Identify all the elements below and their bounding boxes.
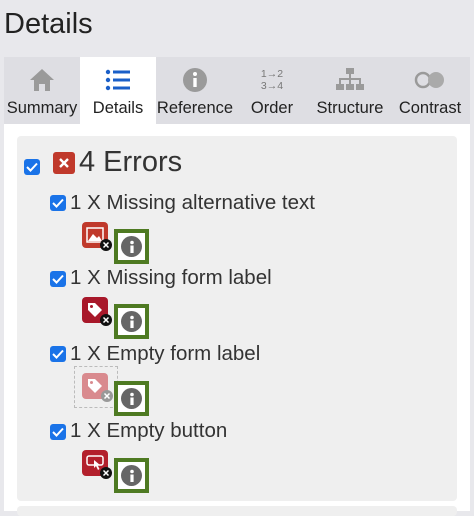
empty-form-label-checkbox[interactable] [50, 346, 66, 362]
info-icon [121, 236, 142, 257]
tab-order-label: Order [250, 99, 294, 117]
tab-details-label: Details [92, 99, 144, 117]
info-icon [121, 388, 142, 409]
error-x-icon [53, 152, 75, 174]
missing-alt-x-icon [100, 239, 112, 251]
info-icon [121, 465, 142, 486]
tab-summary-label: Summary [6, 99, 78, 117]
info-icon [121, 311, 142, 332]
missing-form-label-info-button[interactable] [114, 304, 149, 339]
tab-bar: Summary Details Reference 1→2 3→4 Order [4, 57, 470, 124]
tab-structure-label: Structure [316, 99, 384, 117]
tab-order[interactable]: 1→2 3→4 Order [234, 57, 310, 124]
contrast-icon [412, 65, 448, 95]
empty-button-checkbox[interactable] [50, 424, 66, 440]
empty-form-label-info-button[interactable] [114, 381, 149, 416]
next-section-card [17, 506, 457, 516]
order-icon-top: 1→2 [260, 68, 284, 80]
tab-structure[interactable]: Structure [310, 57, 390, 124]
page-title: Details [4, 8, 93, 40]
missing-form-label-label: 1 X Missing form label [70, 266, 272, 289]
empty-form-label-label: 1 X Empty form label [70, 342, 261, 365]
details-panel: 4 Errors 1 X Missing alternative text 1 … [4, 124, 470, 516]
info-icon [181, 65, 209, 95]
tab-reference-label: Reference [156, 99, 234, 117]
tab-summary[interactable]: Summary [4, 57, 80, 124]
home-icon [28, 65, 56, 95]
order-icon: 1→2 3→4 [261, 65, 283, 95]
tab-contrast[interactable]: Contrast [390, 57, 470, 124]
tab-reference[interactable]: Reference [156, 57, 234, 124]
errors-card: 4 Errors 1 X Missing alternative text 1 … [17, 136, 457, 501]
missing-label-x-icon [100, 314, 112, 326]
sitemap-icon [335, 65, 365, 95]
list-icon [104, 65, 132, 95]
tab-details[interactable]: Details [80, 57, 156, 124]
missing-form-label-checkbox[interactable] [50, 271, 66, 287]
missing-alt-label: 1 X Missing alternative text [70, 191, 315, 214]
empty-button-label: 1 X Empty button [70, 419, 228, 442]
missing-alt-info-button[interactable] [114, 229, 149, 264]
order-icon-bottom: 3→4 [260, 80, 284, 92]
empty-button-x-icon [100, 467, 112, 479]
missing-alt-checkbox[interactable] [50, 195, 66, 211]
errors-group-checkbox[interactable] [24, 159, 40, 175]
empty-button-info-button[interactable] [114, 458, 149, 493]
errors-heading: 4 Errors [79, 146, 183, 178]
tab-contrast-label: Contrast [398, 99, 462, 117]
empty-label-x-icon [101, 390, 113, 402]
